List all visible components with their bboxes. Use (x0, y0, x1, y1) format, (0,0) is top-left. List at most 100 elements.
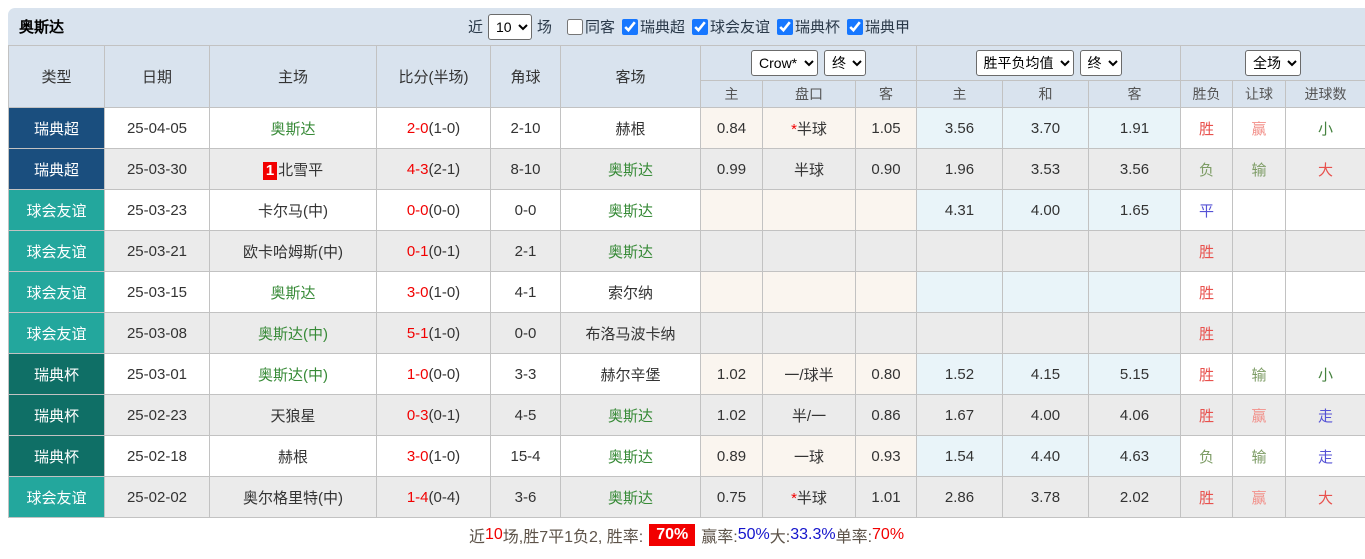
sub-avg-away: 客 (1089, 81, 1181, 108)
handicap-text: 一球 (794, 449, 824, 466)
summary-segment: 70% (649, 524, 695, 546)
avg-draw-cell: 3.70 (1003, 108, 1089, 149)
score-cell: 0-0(0-0) (377, 190, 491, 231)
league-type-cell: 瑞典杯 (9, 395, 105, 436)
league-checkbox[interactable] (847, 19, 863, 35)
corners-cell: 2-1 (491, 231, 561, 272)
scope-select[interactable]: 全场 (1245, 50, 1301, 76)
away-team-name: 奥斯达 (608, 162, 653, 179)
goals-result-cell (1286, 272, 1365, 313)
avg-draw-cell: 4.15 (1003, 354, 1089, 395)
goals-result-cell: 走 (1286, 436, 1365, 477)
odds-away-cell: 0.90 (856, 149, 917, 190)
corners-cell: 15-4 (491, 436, 561, 477)
home-team-name: 欧卡哈姆斯(中) (243, 244, 343, 261)
avg-draw-cell: 3.78 (1003, 477, 1089, 518)
match-row: 瑞典杯25-02-23天狼星0-3(0-1)4-5奥斯达1.02半/一0.861… (9, 395, 1365, 436)
sub-handicap-result: 让球 (1233, 81, 1286, 108)
goals-result-cell: 大 (1286, 477, 1365, 518)
col-corners: 角球 (491, 46, 561, 108)
same-opponent-label: 同客 (585, 16, 615, 37)
away-team-cell: 奥斯达 (561, 395, 701, 436)
avg-home-cell (917, 231, 1003, 272)
home-team-cell: 奥斯达(中) (210, 354, 377, 395)
result-cell: 胜 (1181, 477, 1233, 518)
home-team-name: 卡尔马(中) (258, 203, 328, 220)
home-team-name: 赫根 (278, 449, 308, 466)
league-type-cell: 瑞典杯 (9, 354, 105, 395)
handicap-result-cell: 输 (1233, 149, 1286, 190)
date-cell: 25-02-02 (105, 477, 210, 518)
home-team-cell: 欧卡哈姆斯(中) (210, 231, 377, 272)
result-cell: 胜 (1181, 231, 1233, 272)
fulltime-score: 2-0 (407, 120, 429, 137)
summary-segment: 33.3% (790, 526, 835, 544)
date-cell: 25-02-18 (105, 436, 210, 477)
avg-home-cell: 1.54 (917, 436, 1003, 477)
handicap-cell: 半球 (763, 149, 856, 190)
date-cell: 25-03-01 (105, 354, 210, 395)
avg-home-cell: 1.96 (917, 149, 1003, 190)
fulltime-score: 1-4 (407, 489, 429, 506)
league-checkbox-label: 瑞典超 (640, 16, 685, 37)
score-cell: 1-0(0-0) (377, 354, 491, 395)
league-checkbox[interactable] (777, 19, 793, 35)
rank-badge: 1 (263, 162, 277, 180)
avg-away-cell: 4.63 (1089, 436, 1181, 477)
league-checkbox[interactable] (622, 19, 638, 35)
col-home: 主场 (210, 46, 377, 108)
col-type: 类型 (9, 46, 105, 108)
avg-home-cell: 1.52 (917, 354, 1003, 395)
result-cell: 负 (1181, 149, 1233, 190)
corners-cell: 3-6 (491, 477, 561, 518)
league-type-cell: 瑞典超 (9, 108, 105, 149)
handicap-cell (763, 231, 856, 272)
avg-away-cell (1089, 313, 1181, 354)
odds-time-select[interactable]: 终 (824, 50, 866, 76)
home-team-cell: 奥尔格里特(中) (210, 477, 377, 518)
halftime-score: (0-1) (429, 243, 461, 260)
filter-controls: 近 10 场 同客 瑞典超球会友谊瑞典杯瑞典甲 (463, 14, 910, 40)
avg-time-select[interactable]: 终 (1080, 50, 1122, 76)
recent-count-select[interactable]: 10 (488, 14, 532, 40)
avg-home-cell (917, 272, 1003, 313)
league-checkbox[interactable] (692, 19, 708, 35)
odds-home-cell: 0.84 (701, 108, 763, 149)
handicap-result-cell (1233, 272, 1286, 313)
avg-type-select[interactable]: 胜平负均值 (976, 50, 1074, 76)
topbar: 奥斯达 近 10 场 同客 瑞典超球会友谊瑞典杯瑞典甲 (8, 8, 1365, 45)
fulltime-score: 1-0 (407, 366, 429, 383)
league-type-cell: 瑞典超 (9, 149, 105, 190)
handicap-text: 半/一 (792, 408, 826, 425)
odds-home-cell (701, 272, 763, 313)
handicap-result-cell (1233, 190, 1286, 231)
handicap-result-cell: 输 (1233, 354, 1286, 395)
result-cell: 胜 (1181, 354, 1233, 395)
league-checkbox-label: 球会友谊 (710, 16, 770, 37)
handicap-result-cell: 赢 (1233, 395, 1286, 436)
avg-home-cell: 1.67 (917, 395, 1003, 436)
home-team-name: 奥斯达(中) (258, 367, 328, 384)
corners-cell: 2-10 (491, 108, 561, 149)
odds-company-select[interactable]: Crow* (751, 50, 818, 76)
avg-away-cell: 3.56 (1089, 149, 1181, 190)
halftime-score: (1-0) (429, 448, 461, 465)
avg-away-cell: 5.15 (1089, 354, 1181, 395)
away-team-cell: 奥斯达 (561, 436, 701, 477)
handicap-result-cell: 赢 (1233, 108, 1286, 149)
avg-away-cell: 2.02 (1089, 477, 1181, 518)
date-cell: 25-04-05 (105, 108, 210, 149)
match-row: 球会友谊25-02-02奥尔格里特(中)1-4(0-4)3-6奥斯达0.75*半… (9, 477, 1365, 518)
handicap-cell: *半球 (763, 108, 856, 149)
halftime-score: (0-0) (429, 202, 461, 219)
scope-group: 全场 (1181, 46, 1365, 81)
score-cell: 3-0(1-0) (377, 436, 491, 477)
result-cell: 胜 (1181, 313, 1233, 354)
away-team-name: 布洛马波卡纳 (585, 326, 675, 343)
halftime-score: (0-1) (429, 407, 461, 424)
handicap-cell: 一/球半 (763, 354, 856, 395)
result-cell: 胜 (1181, 272, 1233, 313)
away-team-name: 赫尔辛堡 (600, 367, 660, 384)
match-row: 球会友谊25-03-15奥斯达3-0(1-0)4-1索尔纳胜 (9, 272, 1365, 313)
same-opponent-checkbox[interactable] (567, 19, 583, 35)
